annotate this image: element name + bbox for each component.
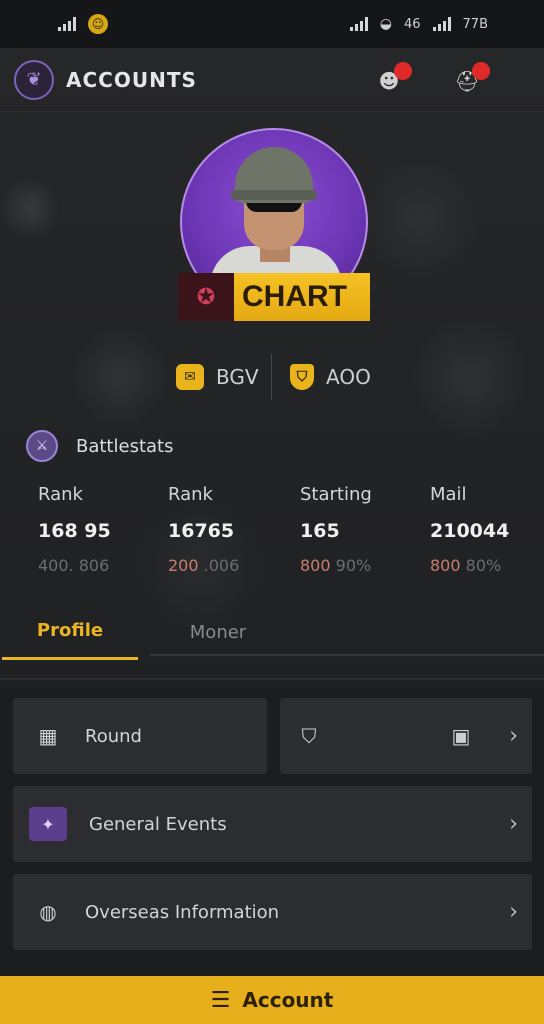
stat-value: 168 95 bbox=[38, 520, 111, 542]
notification-badge bbox=[394, 62, 412, 80]
chevron-right-icon: › bbox=[509, 811, 518, 837]
general-events-card[interactable]: ✦ General Events › bbox=[13, 786, 532, 862]
coin-icon: ☺ bbox=[88, 14, 108, 34]
currency-1-value: BGV bbox=[216, 365, 259, 389]
stat-sub: 400. 806 bbox=[38, 556, 110, 575]
messages-button[interactable]: ⛑ bbox=[450, 62, 490, 98]
round-card[interactable]: ▦ Round bbox=[13, 698, 267, 774]
status-bar: ☺ ◒ 46 77B bbox=[0, 0, 544, 48]
stats-title: Battlestats bbox=[76, 435, 174, 457]
currency-bp[interactable]: ✉ BGV bbox=[176, 356, 259, 398]
stats-icon: ⚔ bbox=[26, 430, 58, 462]
menu-icon: ☰ bbox=[210, 987, 231, 1013]
currency-divider bbox=[271, 354, 272, 400]
cell-signal-icon bbox=[432, 17, 451, 31]
stat-column: Mail 210044 800 80% bbox=[430, 484, 540, 578]
card-label: Overseas Information bbox=[85, 901, 280, 923]
chevron-right-icon: › bbox=[509, 723, 518, 749]
clan-emblem-icon: ✪ bbox=[178, 273, 234, 321]
tab-profile[interactable]: Profile bbox=[2, 604, 138, 660]
signal-icon bbox=[58, 17, 76, 31]
stat-column: Rank 16765 200 .006 bbox=[168, 484, 288, 578]
shield-icon: ⛉ bbox=[290, 364, 314, 390]
currency-ag[interactable]: ⛉ AOO bbox=[290, 356, 371, 398]
friends-button[interactable]: ☻ bbox=[372, 62, 412, 98]
backpack-icon: ✦ bbox=[29, 807, 67, 841]
stat-value: 210044 bbox=[430, 520, 510, 542]
player-name: CHART bbox=[234, 273, 370, 321]
stat-label: Rank bbox=[38, 484, 83, 505]
globe-icon: ◍ bbox=[39, 900, 57, 924]
wifi-icon: ◒ bbox=[379, 16, 392, 32]
app-logo-icon[interactable]: ❦ bbox=[14, 59, 54, 100]
status-right: ◒ 46 77B bbox=[349, 16, 488, 32]
chevron-right-icon: › bbox=[509, 899, 518, 925]
card-label: Round bbox=[85, 725, 142, 747]
account-button[interactable]: ☰ Account bbox=[0, 976, 544, 1024]
bottom-label: Account bbox=[242, 988, 334, 1012]
stats-header: ⚔ Battlestats bbox=[26, 430, 173, 462]
stat-column: Rank 168 95 400. 806 bbox=[38, 484, 158, 578]
notification-badge bbox=[472, 62, 490, 80]
stat-label: Starting bbox=[300, 484, 372, 505]
grid-icon: ▦ bbox=[38, 724, 58, 748]
shield-icon: ⛉ bbox=[301, 724, 317, 748]
overseas-info-card[interactable]: ◍ Overseas Information › bbox=[13, 874, 532, 950]
tab-underline bbox=[150, 654, 544, 656]
card-label: General Events bbox=[89, 813, 227, 835]
chest-icon: ▣ bbox=[451, 724, 471, 748]
status-left: ☺ bbox=[58, 14, 108, 34]
stat-label: Mail bbox=[430, 484, 467, 505]
section-divider bbox=[0, 678, 544, 680]
rank-card[interactable]: ⛉ ▣ › bbox=[280, 698, 532, 774]
network-type: 46 bbox=[403, 16, 421, 32]
app-title: ACCOUNTS bbox=[66, 67, 197, 92]
signal-icon bbox=[349, 17, 368, 31]
stat-column: Starting 165 800 90% bbox=[300, 484, 420, 578]
tab-bar: Profile Moner bbox=[0, 604, 544, 660]
tab-money[interactable]: Moner bbox=[150, 604, 286, 660]
stat-sub: 800 90% bbox=[300, 556, 372, 575]
stat-value: 165 bbox=[300, 520, 340, 542]
coin-icon: ✉ bbox=[176, 364, 204, 390]
currency-2-value: AOO bbox=[326, 365, 371, 389]
stat-sub: 200 .006 bbox=[168, 556, 240, 575]
stat-value: 16765 bbox=[168, 520, 235, 542]
stat-sub: 800 80% bbox=[430, 556, 502, 575]
battery-text: 77B bbox=[462, 16, 488, 32]
player-name-banner: ✪ CHART bbox=[178, 273, 370, 321]
stat-label: Rank bbox=[168, 484, 213, 505]
